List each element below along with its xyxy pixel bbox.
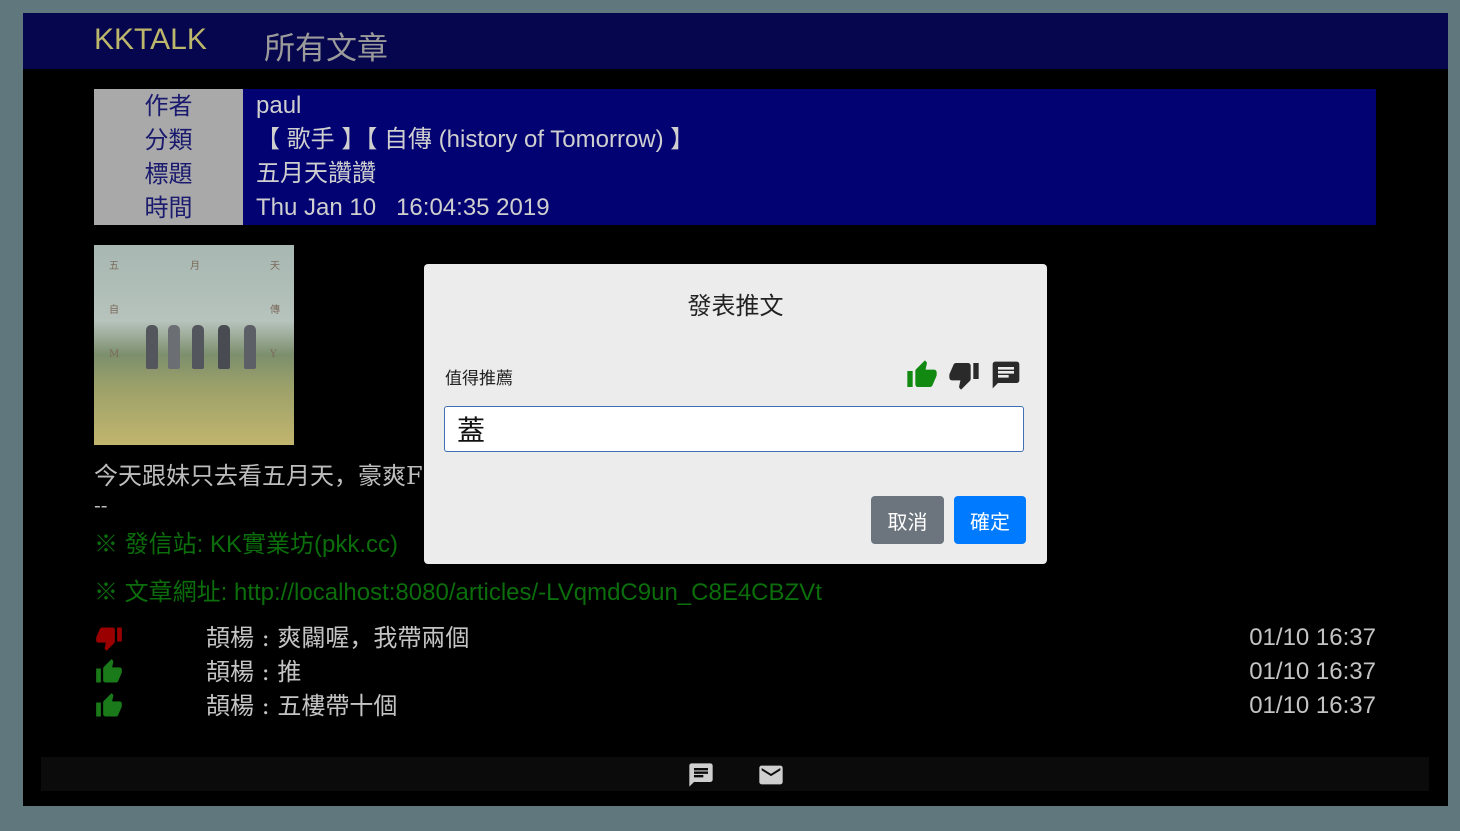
thumb-down-icon[interactable] bbox=[948, 359, 980, 391]
confirm-button[interactable]: 確定 bbox=[954, 496, 1026, 544]
dialog-title: 發表推文 bbox=[687, 292, 784, 320]
push-comment-dialog: 發表推文 值得推薦 取消 確定 bbox=[424, 264, 1047, 564]
push-comment-input[interactable] bbox=[444, 406, 1024, 452]
cancel-button[interactable]: 取消 bbox=[871, 496, 944, 544]
thumb-up-icon[interactable] bbox=[906, 359, 938, 391]
comment-icon[interactable] bbox=[990, 359, 1022, 391]
push-type-label: 值得推薦 bbox=[445, 369, 513, 389]
modal-backdrop: 發表推文 值得推薦 取消 確定 bbox=[0, 0, 1460, 831]
